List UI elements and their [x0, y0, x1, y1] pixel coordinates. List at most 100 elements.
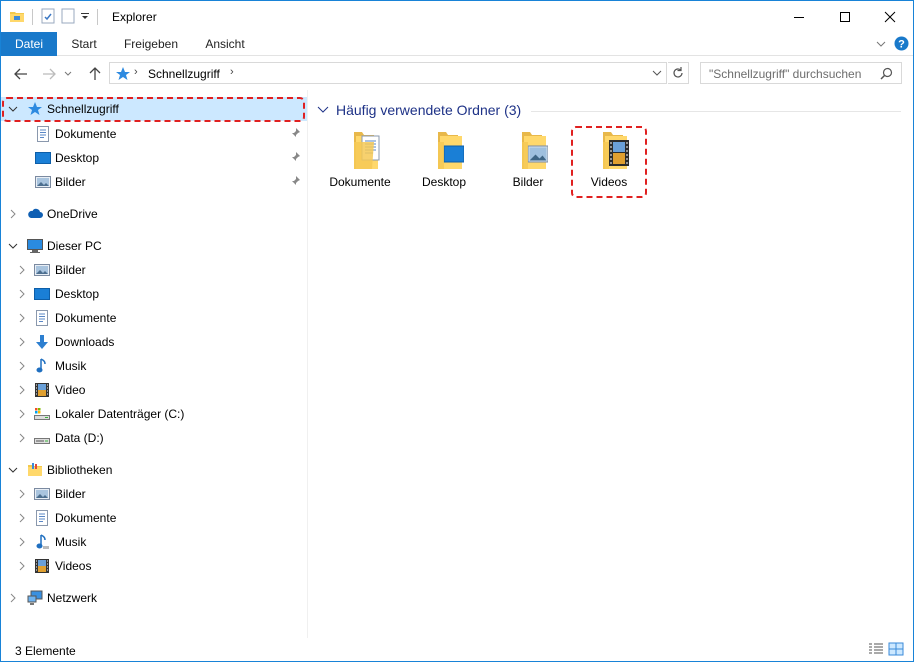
chevron-right-icon[interactable] [17, 488, 27, 500]
chevron-right-icon[interactable] [17, 312, 27, 324]
recent-locations-button[interactable] [61, 64, 75, 84]
large-icons-view-icon[interactable] [888, 642, 904, 656]
up-button[interactable] [84, 64, 106, 84]
explorer-window: Explorer Datei Start Freigeben Ansicht ? [0, 0, 914, 662]
folder-tile-dokumente[interactable]: Dokumente [320, 128, 400, 198]
details-view-icon[interactable] [868, 642, 884, 656]
chevron-right-icon[interactable] [17, 384, 27, 396]
chevron-right-icon[interactable] [17, 432, 27, 444]
pictures-icon [34, 262, 50, 278]
chevron-right-icon[interactable] [17, 560, 27, 572]
group-divider [531, 111, 901, 112]
sidebar-item-onedrive[interactable]: OneDrive [1, 202, 307, 226]
music-note-icon [34, 534, 50, 550]
address-dropdown-icon[interactable] [650, 66, 664, 80]
sidebar-item-pc-dokumente[interactable]: Dokumente [1, 306, 307, 330]
search-input[interactable]: "Schnellzugriff" durchsuchen [709, 67, 861, 81]
sidebar-item-label: Netzwerk [47, 591, 98, 605]
folder-app-icon [9, 8, 25, 27]
tab-datei[interactable]: Datei [1, 32, 57, 56]
sidebar-item-quick-dokumente[interactable]: Dokumente [1, 122, 307, 146]
pin-icon[interactable] [289, 175, 301, 187]
window-title: Explorer [112, 10, 157, 24]
sidebar-item-label: Desktop [55, 151, 100, 165]
chevron-right-icon[interactable] [17, 360, 27, 372]
close-button[interactable] [867, 1, 913, 32]
group-header[interactable]: Häufig verwendete Ordner (3) [317, 101, 521, 119]
close-icon [884, 11, 896, 22]
pictures-folder-icon [508, 128, 549, 172]
chevron-down-icon[interactable] [8, 103, 18, 115]
maximize-icon [840, 11, 850, 22]
folder-tile-desktop[interactable]: Desktop [404, 128, 484, 198]
pictures-icon [35, 174, 51, 190]
folder-tile-label: Desktop [421, 175, 467, 189]
chevron-down-icon[interactable] [317, 104, 329, 116]
folder-tile-videos[interactable]: Videos [569, 128, 649, 198]
sidebar-item-pc-musik[interactable]: Musik [1, 354, 307, 378]
sidebar-item-label: Desktop [55, 287, 100, 301]
sidebar-item-lib-musik[interactable]: Musik [1, 530, 307, 554]
status-bar: 3 Elemente [1, 638, 913, 661]
sidebar-item-quick-bilder[interactable]: Bilder [1, 170, 307, 194]
sidebar-item-pc-laufwerk-d[interactable]: Data (D:) [1, 426, 307, 450]
sidebar-item-label: Schnellzugriff [47, 102, 119, 116]
arrow-right-icon [43, 68, 56, 80]
pin-icon[interactable] [289, 151, 301, 163]
chevron-right-icon[interactable] [17, 336, 27, 348]
sidebar-item-bibliotheken[interactable]: Bibliotheken [1, 458, 307, 482]
chevron-right-icon[interactable] [8, 592, 18, 604]
tab-ansicht[interactable]: Ansicht [195, 32, 255, 56]
sidebar-item-pc-desktop[interactable]: Desktop [1, 282, 307, 306]
star-icon [115, 66, 131, 85]
search-box[interactable]: "Schnellzugriff" durchsuchen [700, 62, 902, 84]
address-bar[interactable]: › Schnellzugriff › [109, 62, 667, 84]
sidebar-item-dieser-pc[interactable]: Dieser PC [1, 234, 307, 258]
back-button[interactable] [10, 64, 32, 84]
drive-icon [34, 430, 50, 446]
sidebar-item-pc-video[interactable]: Video [1, 378, 307, 402]
address-chevron-1[interactable]: › [134, 66, 138, 78]
chevron-right-icon[interactable] [17, 512, 27, 524]
customize-dropdown-icon[interactable] [80, 8, 90, 27]
sidebar-item-pc-laufwerk-c[interactable]: Lokaler Datenträger (C:) [1, 402, 307, 426]
sidebar-item-netzwerk[interactable]: Netzwerk [1, 586, 307, 610]
maximize-button[interactable] [822, 1, 868, 32]
sidebar-item-quick-desktop[interactable]: Desktop [1, 146, 307, 170]
chevron-down-icon[interactable] [8, 240, 18, 252]
properties-icon[interactable] [40, 8, 56, 27]
pin-icon[interactable] [289, 127, 301, 139]
sidebar-item-label: Musik [55, 535, 87, 549]
sidebar-item-schnellzugriff[interactable]: Schnellzugriff [1, 97, 307, 121]
sidebar-item-pc-bilder[interactable]: Bilder [1, 258, 307, 282]
sidebar-item-lib-dokumente[interactable]: Dokumente [1, 506, 307, 530]
documents-folder-icon [340, 128, 380, 172]
sidebar-item-pc-downloads[interactable]: Downloads [1, 330, 307, 354]
forward-button[interactable] [38, 64, 60, 84]
tab-freigeben[interactable]: Freigeben [115, 32, 187, 56]
refresh-button[interactable] [668, 62, 689, 84]
address-path[interactable]: Schnellzugriff [148, 67, 220, 81]
documents-icon [34, 310, 50, 326]
chevron-right-icon[interactable] [8, 208, 18, 220]
search-icon[interactable] [880, 67, 893, 83]
folder-tile-bilder[interactable]: Bilder [488, 128, 568, 198]
chevron-right-icon[interactable] [17, 408, 27, 420]
tab-start[interactable]: Start [61, 32, 107, 56]
address-chevron-2[interactable]: › [230, 66, 234, 78]
sidebar-item-lib-videos[interactable]: Videos [1, 554, 307, 578]
chevron-right-icon[interactable] [17, 536, 27, 548]
chevron-down-icon[interactable] [8, 464, 18, 476]
expand-ribbon-icon[interactable] [875, 38, 887, 53]
ribbon-tabs: Datei Start Freigeben Ansicht ? [1, 32, 913, 56]
computer-icon [27, 238, 43, 254]
new-folder-icon[interactable] [60, 8, 76, 27]
item-count: 3 Elemente [15, 644, 76, 658]
chevron-right-icon[interactable] [17, 264, 27, 276]
chevron-right-icon[interactable] [17, 288, 27, 300]
help-icon[interactable]: ? [894, 36, 909, 54]
sidebar-item-lib-bilder[interactable]: Bilder [1, 482, 307, 506]
navigation-pane: Schnellzugriff Dokumente Desktop Bilder … [1, 90, 308, 638]
minimize-button[interactable] [776, 1, 822, 32]
videos-folder-icon [589, 128, 629, 172]
